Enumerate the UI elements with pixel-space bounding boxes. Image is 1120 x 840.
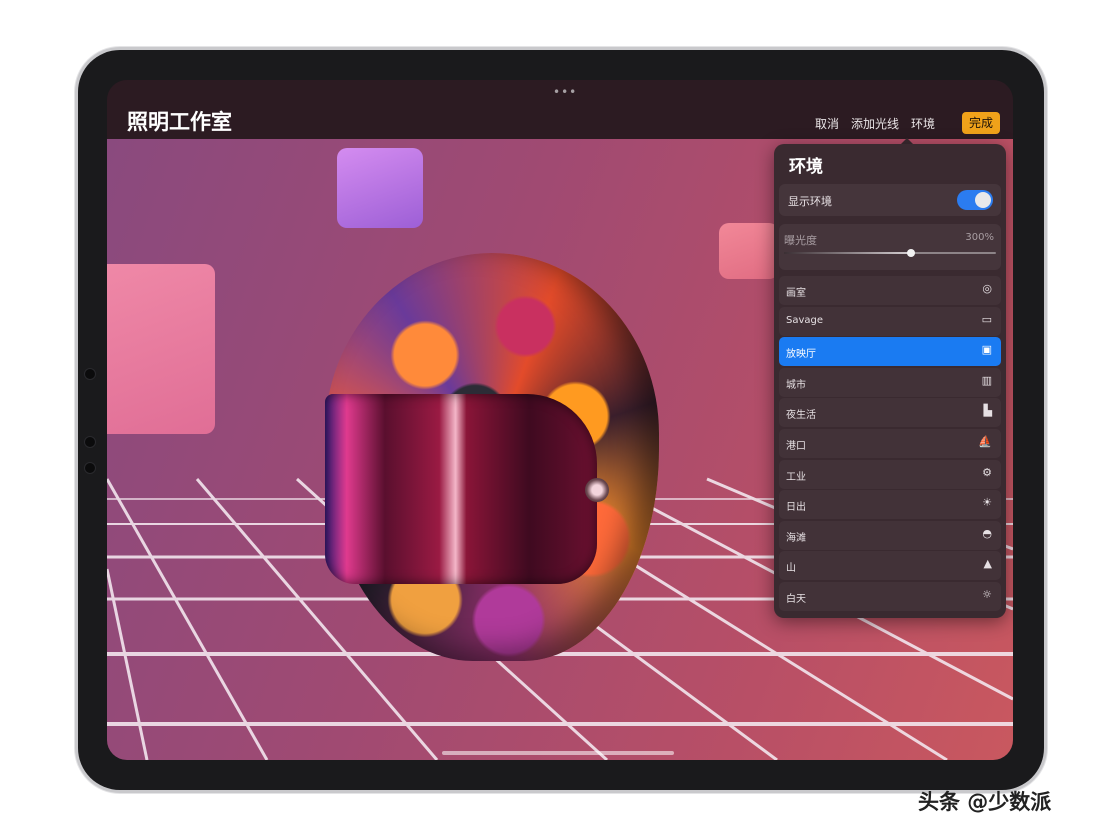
- sailboat-icon: ⛵: [978, 434, 992, 448]
- cancel-button[interactable]: 取消: [815, 115, 839, 132]
- camera: [84, 462, 96, 474]
- light-cube[interactable]: [337, 148, 423, 228]
- environment-item-label: 城市: [786, 379, 806, 391]
- environment-item[interactable]: 日出 ☀: [779, 490, 1001, 520]
- lifebuoy-icon: ◎: [982, 282, 992, 295]
- shell-icon: ◓: [982, 526, 992, 540]
- environment-item-label: 工业: [786, 471, 806, 483]
- done-button[interactable]: 完成: [962, 112, 1000, 134]
- home-indicator[interactable]: [442, 751, 674, 755]
- environment-panel: 环境 显示环境 曝光度 300% 画室 ◎ Savage ▭ 放映厅 ▣ 城市 ▥ 夜生活 ▙ 港口…: [774, 144, 1006, 618]
- sunrise-icon: ☀: [982, 496, 992, 510]
- city-icon: ▥: [981, 373, 992, 387]
- multitask-dots[interactable]: •••: [553, 85, 577, 99]
- exposure-row: 曝光度 300%: [779, 224, 1001, 270]
- environment-item[interactable]: 海滩 ◓: [779, 520, 1001, 550]
- light-cube[interactable]: [719, 223, 779, 279]
- nightlife-icon: ▙: [983, 404, 992, 418]
- environment-item[interactable]: Savage ▭: [779, 306, 1001, 336]
- environment-item-label: Savage: [786, 314, 824, 326]
- environment-item[interactable]: 白天 ☼: [779, 581, 1001, 611]
- environment-item-label: 山: [786, 563, 796, 575]
- environment-item-label: 港口: [786, 440, 806, 452]
- exposure-fill: [784, 252, 912, 254]
- environment-item-label: 夜生活: [786, 410, 816, 422]
- environment-item[interactable]: 港口 ⛵: [779, 428, 1001, 458]
- panel-title: 环境: [789, 157, 823, 177]
- exposure-label: 曝光度: [784, 234, 817, 247]
- show-environment-row: 显示环境: [779, 184, 1001, 216]
- environment-item[interactable]: 画室 ◎: [779, 276, 1001, 305]
- environment-item-label: 白天: [786, 593, 806, 605]
- app-screen: ••• 照明工作室 取消 添加光线 环境 完成 环境 显示环境 曝光度 300%…: [107, 80, 1013, 760]
- exposure-value: 300%: [965, 232, 994, 243]
- camera: [84, 436, 96, 448]
- environment-item-label: 海滩: [786, 532, 806, 544]
- environment-item[interactable]: 城市 ▥: [779, 367, 1001, 397]
- gears-icon: ⚙: [982, 465, 992, 479]
- visor-pivot: [585, 478, 609, 502]
- sun-icon: ☼: [982, 587, 992, 601]
- show-environment-toggle[interactable]: [957, 190, 993, 210]
- page-title: 照明工作室: [127, 110, 232, 134]
- exposure-slider[interactable]: [784, 249, 996, 257]
- add-light-button[interactable]: 添加光线: [851, 115, 899, 132]
- helmet-visor: [325, 394, 597, 584]
- toolbar: ••• 照明工作室 取消 添加光线 环境 完成: [107, 80, 1013, 139]
- environment-item[interactable]: 工业 ⚙: [779, 459, 1001, 489]
- environment-item-label: 日出: [786, 502, 806, 514]
- environment-item-label: 放映厅: [786, 349, 816, 361]
- camera: [84, 368, 96, 380]
- mountain-icon: ▲: [983, 557, 992, 571]
- exposure-thumb[interactable]: [907, 249, 916, 257]
- environment-item-label: 画室: [786, 288, 806, 299]
- watermark: 头条 @少数派: [918, 790, 1052, 814]
- environment-item[interactable]: 放映厅 ▣: [779, 337, 1001, 367]
- environment-item[interactable]: 夜生活 ▙: [779, 398, 1001, 428]
- monitor-icon: ▭: [981, 312, 992, 326]
- show-environment-label: 显示环境: [788, 195, 832, 208]
- screening-room-icon: ▣: [981, 343, 992, 357]
- environment-list: 画室 ◎ Savage ▭ 放映厅 ▣ 城市 ▥ 夜生活 ▙ 港口 ⛵ 工业 ⚙ 日出 ☀ 海滩 ◓ 山 ▲ 白天 ☼: [779, 276, 1001, 613]
- environment-button[interactable]: 环境: [911, 115, 935, 132]
- environment-item[interactable]: 山 ▲: [779, 551, 1001, 581]
- toggle-knob: [975, 192, 991, 208]
- light-cube[interactable]: [107, 264, 215, 434]
